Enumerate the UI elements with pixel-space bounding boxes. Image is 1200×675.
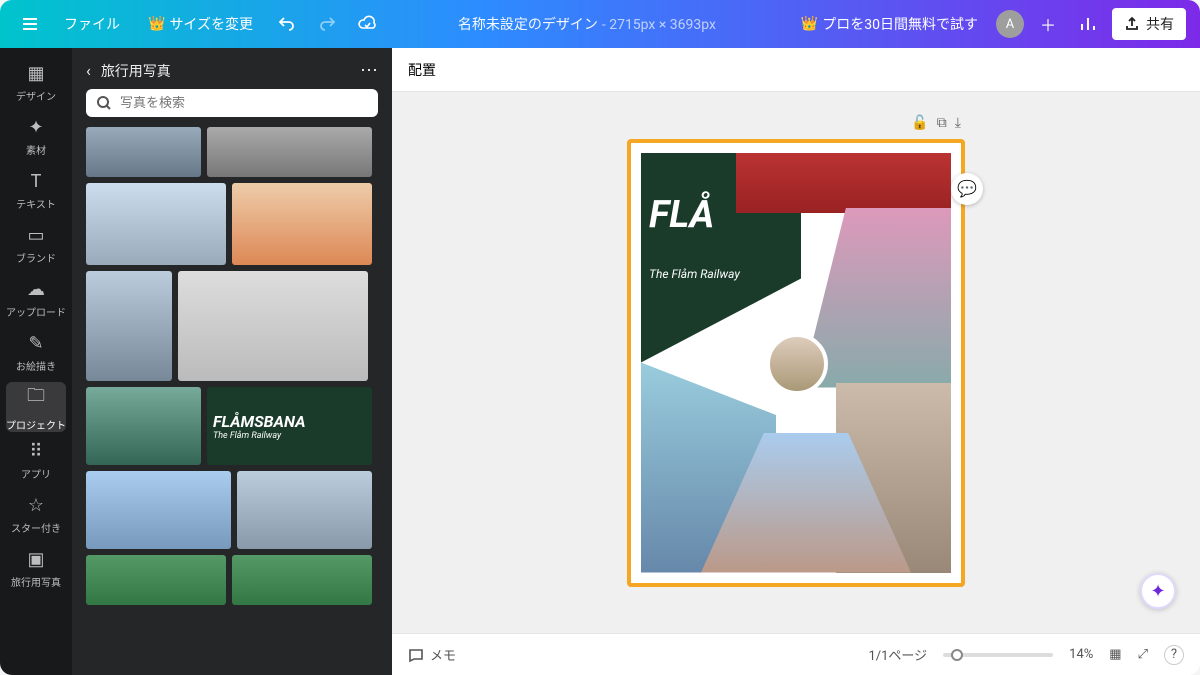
photo-thumb[interactable] — [207, 127, 372, 177]
panel-title: 旅行用写真 — [101, 61, 350, 81]
redo-button[interactable] — [311, 8, 343, 40]
draw-icon: ✎ — [28, 333, 43, 354]
bottom-bar: メモ 1/1ページ 14% ▦ ⤢ ? — [392, 633, 1200, 675]
position-button[interactable]: 配置 — [408, 60, 436, 80]
share-label: 共有 — [1146, 14, 1174, 34]
share-button[interactable]: 共有 — [1112, 8, 1186, 40]
side-rail: ▦デザイン ✦素材 Tテキスト ▭ブランド ☁アップロード ✎お絵描き 🗀プロジ… — [0, 48, 72, 675]
search-icon — [96, 95, 112, 111]
star-icon: ☆ — [28, 495, 44, 516]
context-toolbar: 配置 — [392, 48, 1200, 92]
image-icon: ▣ — [27, 549, 44, 570]
collage-image[interactable] — [736, 153, 951, 213]
cloud-sync-icon[interactable] — [351, 8, 383, 40]
photo-thumb[interactable] — [178, 271, 368, 381]
magic-button[interactable]: ✦ — [1140, 573, 1176, 609]
analytics-button[interactable] — [1072, 8, 1104, 40]
folder-icon: 🗀 — [27, 383, 45, 413]
text-icon: T — [31, 171, 42, 192]
apps-icon: ⠿ — [29, 441, 42, 462]
add-member-button[interactable]: ＋ — [1032, 8, 1064, 40]
rail-text[interactable]: Tテキスト — [6, 166, 66, 216]
photo-thumb[interactable]: FLÅMSBANAThe Flåm Railway — [207, 387, 372, 465]
avatar[interactable]: A — [996, 10, 1024, 38]
photo-thumb[interactable] — [232, 183, 372, 265]
try-pro-button[interactable]: 👑プロを30日間無料で試す — [791, 8, 988, 40]
elements-icon: ✦ — [28, 117, 43, 138]
page-tools: 🔓 ⧉ ⤓ — [911, 115, 961, 131]
fullscreen-button[interactable]: ⤢ — [1138, 647, 1148, 662]
top-bar: ファイル 👑サイズを変更 名称未設定のデザイン- 2715px × 3693px… — [0, 0, 1200, 48]
photo-thumb[interactable] — [86, 555, 226, 605]
rail-starred[interactable]: ☆スター付き — [6, 490, 66, 540]
search-input-wrap[interactable] — [86, 89, 378, 117]
page-canvas[interactable]: FLÅ The Flåm Railway — [641, 153, 951, 573]
collage-image-circle[interactable] — [766, 333, 828, 395]
grid-view-button[interactable]: ▦ — [1109, 647, 1121, 662]
duplicate-button[interactable]: ⧉ — [937, 115, 947, 131]
side-panel: ‹ 旅行用写真 ⋯ FLÅMSBANAThe Flåm Railway — [72, 48, 392, 675]
help-button[interactable]: ? — [1164, 645, 1184, 665]
undo-button[interactable] — [271, 8, 303, 40]
file-menu[interactable]: ファイル — [54, 8, 130, 40]
resize-button[interactable]: 👑サイズを変更 — [138, 8, 263, 40]
page-indicator[interactable]: 1/1ページ — [868, 645, 927, 664]
back-button[interactable]: ‹ — [86, 61, 91, 80]
comment-button[interactable]: 💬 — [951, 173, 983, 205]
zoom-slider[interactable] — [943, 653, 1053, 657]
lock-button[interactable]: 🔓 — [911, 115, 928, 131]
photo-thumb[interactable] — [232, 555, 372, 605]
rail-elements[interactable]: ✦素材 — [6, 112, 66, 162]
stage[interactable]: 🔓 ⧉ ⤓ 💬 FLÅ The Flåm Railway — [392, 92, 1200, 633]
trial-label: プロを30日間無料で試す — [822, 14, 978, 34]
rail-draw[interactable]: ✎お絵描き — [6, 328, 66, 378]
layout-icon: ▦ — [27, 63, 44, 84]
photo-thumb[interactable] — [86, 271, 172, 381]
photo-thumb[interactable] — [86, 387, 201, 465]
upload-icon: ☁ — [27, 279, 45, 300]
rail-upload[interactable]: ☁アップロード — [6, 274, 66, 324]
menu-button[interactable] — [14, 8, 46, 40]
rail-brand[interactable]: ▭ブランド — [6, 220, 66, 270]
rail-apps[interactable]: ⠿アプリ — [6, 436, 66, 486]
crown-icon: 👑 — [148, 16, 165, 32]
resize-label: サイズを変更 — [169, 14, 253, 34]
photo-grid: FLÅMSBANAThe Flåm Railway — [72, 127, 392, 675]
rail-folder-travel[interactable]: ▣旅行用写真 — [6, 544, 66, 594]
brand-icon: ▭ — [27, 225, 44, 246]
selection-frame[interactable]: 🔓 ⧉ ⤓ 💬 FLÅ The Flåm Railway — [627, 139, 965, 587]
more-button[interactable]: ⋯ — [360, 60, 378, 81]
photo-thumb[interactable] — [237, 471, 372, 549]
rail-projects[interactable]: 🗀プロジェクト — [6, 382, 66, 432]
zoom-value[interactable]: 14% — [1069, 647, 1093, 662]
notes-icon — [408, 647, 424, 663]
photo-thumb[interactable] — [86, 127, 201, 177]
document-title[interactable]: 名称未設定のデザイン- 2715px × 3693px — [458, 14, 716, 34]
add-page-button[interactable]: ⤓ — [955, 115, 961, 131]
rail-design[interactable]: ▦デザイン — [6, 58, 66, 108]
photo-thumb[interactable] — [86, 471, 231, 549]
notes-button[interactable]: メモ — [408, 645, 456, 664]
crown-icon: 👑 — [801, 16, 818, 32]
search-input[interactable] — [120, 96, 368, 111]
photo-thumb[interactable] — [86, 183, 226, 265]
canvas-area: 配置 🔓 ⧉ ⤓ 💬 FLÅ The Flåm Railway — [392, 48, 1200, 675]
